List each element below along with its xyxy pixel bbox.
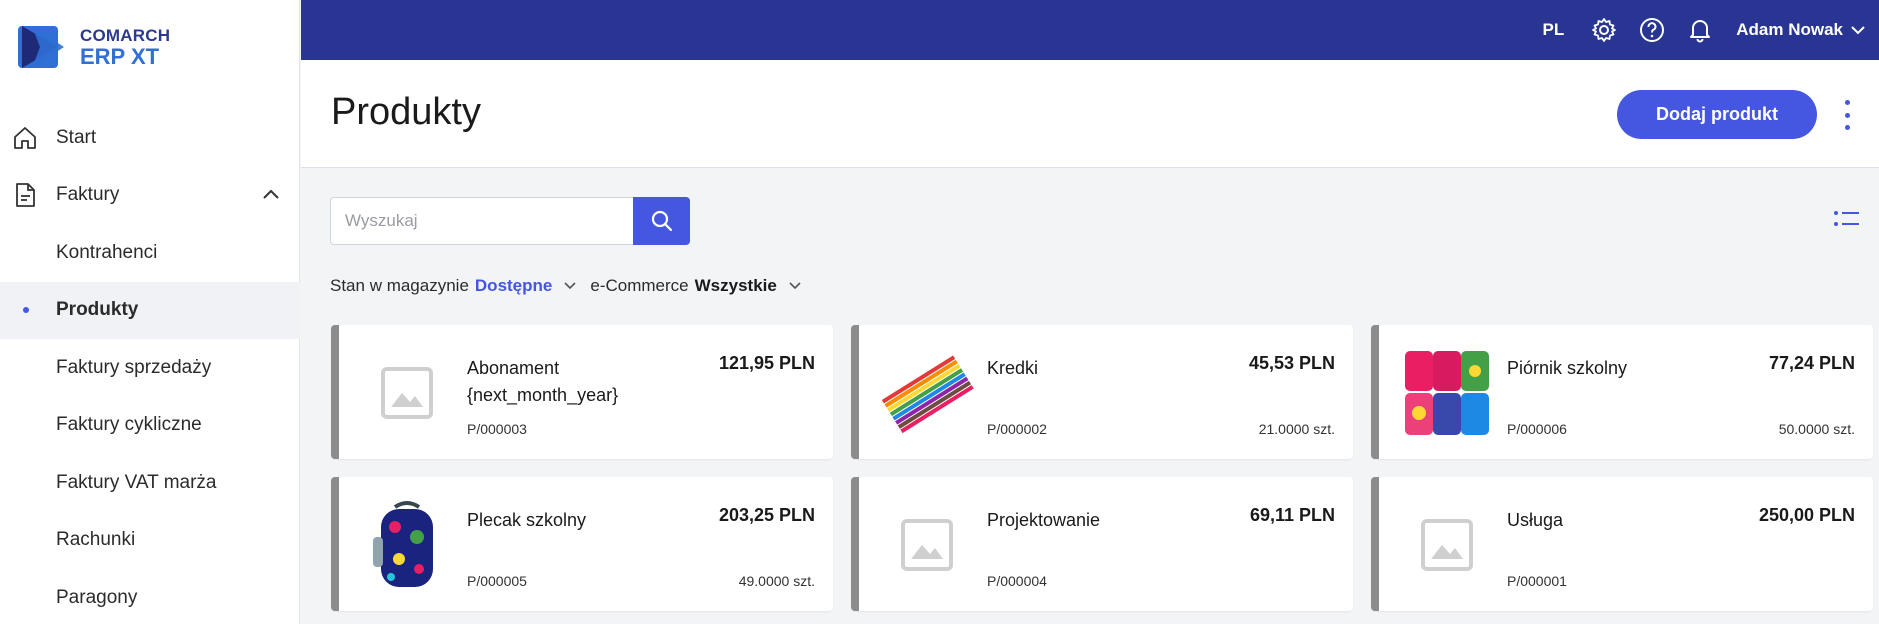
product-price: 69,11 PLN <box>1249 505 1335 525</box>
search-icon <box>651 210 672 232</box>
search-bar <box>330 197 690 245</box>
chevron-down-icon <box>1851 26 1865 35</box>
stock-filter-label: Stan w magazynie <box>330 276 469 295</box>
user-menu[interactable]: Adam Nowak <box>1736 20 1865 40</box>
product-card[interactable]: Piórnik szkolny 77,24 PLN P/000006 50.00… <box>1371 325 1873 459</box>
sidebar-item-faktury-cykliczne[interactable]: Faktury cykliczne <box>0 397 300 455</box>
product-card[interactable]: Plecak szkolny 203,25 PLN P/000005 49.00… <box>331 477 833 611</box>
stock-filter-value[interactable]: Dostępne <box>475 276 552 296</box>
search-input[interactable] <box>330 197 633 245</box>
chevron-down-icon[interactable] <box>564 282 576 290</box>
sidebar-item-label: Faktury sprzedaży <box>56 356 212 378</box>
pencil-case-image <box>1399 345 1495 441</box>
product-code: P/000006 <box>1507 421 1567 437</box>
sidebar-item-kontrahenci[interactable]: Kontrahenci <box>0 224 300 282</box>
sidebar-item-paragony[interactable]: Paragony <box>0 569 300 624</box>
product-code: P/000004 <box>987 573 1047 589</box>
home-icon <box>10 123 40 153</box>
image-placeholder-icon <box>1399 497 1495 593</box>
product-card[interactable]: Projektowanie 69,11 PLN P/000004 <box>851 477 1353 611</box>
product-qty: 21.0000 szt. <box>1258 421 1335 437</box>
app-logo[interactable]: COMARCH ERP XT <box>18 22 170 72</box>
product-qty: 49.0000 szt. <box>738 573 815 589</box>
bell-icon[interactable] <box>1686 16 1714 44</box>
brand-line2: ERP XT <box>80 43 160 69</box>
product-code: P/000001 <box>1507 573 1567 589</box>
sidebar-item-label: Kontrahenci <box>56 241 158 263</box>
sidebar-item-faktury[interactable]: Faktury <box>0 167 300 225</box>
user-name: Adam Nowak <box>1736 20 1843 39</box>
product-card[interactable]: Abonament {next_month_year} 121,95 PLN P… <box>331 325 833 459</box>
page-header: Produkty Dodaj produkt <box>301 60 1879 168</box>
sidebar-item-faktury-sprzedazy[interactable]: Faktury sprzedaży <box>0 339 300 397</box>
product-name: Projektowanie <box>987 510 1101 530</box>
sidebar-item-rachunki[interactable]: Rachunki <box>0 512 300 570</box>
sidebar-item-label: Faktury cykliczne <box>56 414 202 436</box>
product-price: 77,24 PLN <box>1768 353 1855 373</box>
gear-icon[interactable] <box>1590 16 1618 44</box>
sidebar-item-faktury-vat-marza[interactable]: Faktury VAT marża <box>0 454 300 512</box>
document-icon <box>10 180 40 210</box>
product-code: P/000002 <box>987 421 1047 437</box>
search-button[interactable] <box>633 197 690 245</box>
sidebar-item-label: Produkty <box>56 299 139 321</box>
product-code: P/000003 <box>467 421 527 437</box>
ecommerce-filter-value[interactable]: Wszystkie <box>695 276 777 296</box>
help-icon[interactable] <box>1638 16 1666 44</box>
comarch-logo-icon <box>18 26 64 68</box>
product-name: Usługa <box>1507 510 1564 530</box>
product-name: Kredki <box>987 358 1039 378</box>
ecommerce-filter-label: e-Commerce <box>590 276 689 295</box>
product-name: Abonament {next_month_year} <box>467 358 619 405</box>
sidebar-item-label: Faktury <box>56 184 120 206</box>
sidebar-item-label: Paragony <box>56 586 138 608</box>
product-price: 45,53 PLN <box>1248 353 1335 373</box>
sidebar-item-produkty[interactable]: Produkty <box>0 281 300 339</box>
more-options-icon[interactable] <box>1843 100 1851 130</box>
filters-bar: Stan w magazynie Dostępne e-Commerce Wsz… <box>330 276 815 296</box>
product-price: 121,95 PLN <box>718 353 815 373</box>
product-name: Plecak szkolny <box>467 510 587 530</box>
page-title: Produkty <box>331 91 481 133</box>
image-placeholder-icon <box>359 345 455 441</box>
product-price: 203,25 PLN <box>718 505 815 525</box>
product-name: Piórnik szkolny <box>1507 358 1628 378</box>
chevron-down-icon[interactable] <box>789 282 801 290</box>
active-dot-icon <box>23 307 29 314</box>
brand-line1: COMARCH <box>80 25 171 45</box>
product-card[interactable]: Usługa 250,00 PLN P/000001 <box>1371 477 1873 611</box>
sidebar-item-label: Start <box>56 126 97 148</box>
product-qty: 50.0000 szt. <box>1778 421 1855 437</box>
crayons-image <box>879 345 975 441</box>
list-view-icon[interactable] <box>1833 207 1861 231</box>
sidebar-item-label: Faktury VAT marża <box>56 471 217 493</box>
product-code: P/000005 <box>467 573 527 589</box>
sidebar-item-label: Rachunki <box>56 529 136 551</box>
chevron-up-icon[interactable] <box>262 184 280 206</box>
backpack-image <box>359 497 455 593</box>
product-card[interactable]: Kredki 45,53 PLN P/000002 21.0000 szt. <box>851 325 1353 459</box>
product-price: 250,00 PLN <box>1758 505 1855 525</box>
add-product-button[interactable]: Dodaj produkt <box>1617 90 1817 139</box>
sidebar: COMARCH ERP XT Start Faktury Kontrahenci… <box>0 0 300 624</box>
language-switch[interactable]: PL <box>1543 20 1565 40</box>
image-placeholder-icon <box>879 497 975 593</box>
sidebar-nav: Start Faktury Kontrahenci Produkty Faktu… <box>0 109 300 624</box>
sidebar-item-start[interactable]: Start <box>0 109 300 167</box>
top-bar: PL Adam Nowak <box>301 0 1879 60</box>
